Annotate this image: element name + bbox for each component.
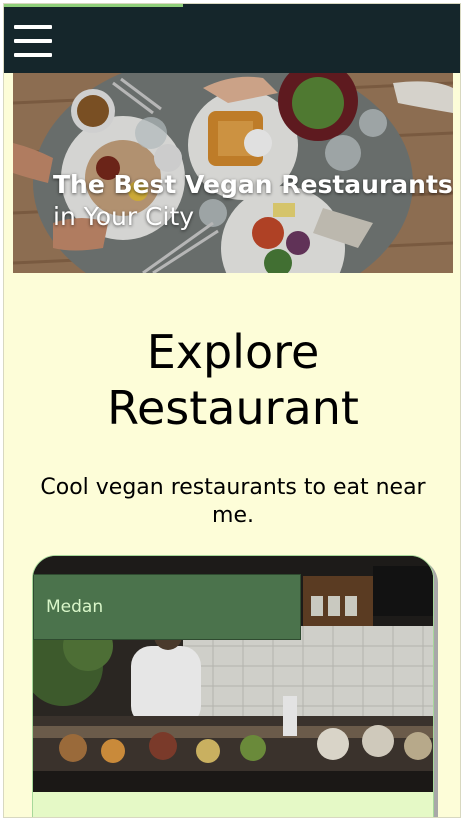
hamburger-menu-icon[interactable] <box>14 23 52 63</box>
restaurant-card-footer <box>33 792 433 817</box>
restaurant-city-name: Medan <box>46 597 104 617</box>
hero-banner: The Best Vegan Restaurants in Your City <box>13 73 453 273</box>
hero-subtitle: in Your City <box>53 202 195 231</box>
top-app-bar <box>4 7 460 73</box>
explore-heading-line1: Explore <box>146 325 320 379</box>
page: The Best Vegan Restaurants in Your City … <box>3 3 461 818</box>
restaurant-card[interactable]: Medan <box>32 555 434 817</box>
restaurant-city-label[interactable]: Medan <box>33 574 301 640</box>
explore-heading: Explore Restaurant <box>4 324 460 436</box>
explore-description: Cool vegan restaurants to eat near me. <box>40 475 426 528</box>
hero-title: The Best Vegan Restaurants <box>53 170 453 199</box>
explore-heading-line2: Restaurant <box>107 381 359 435</box>
